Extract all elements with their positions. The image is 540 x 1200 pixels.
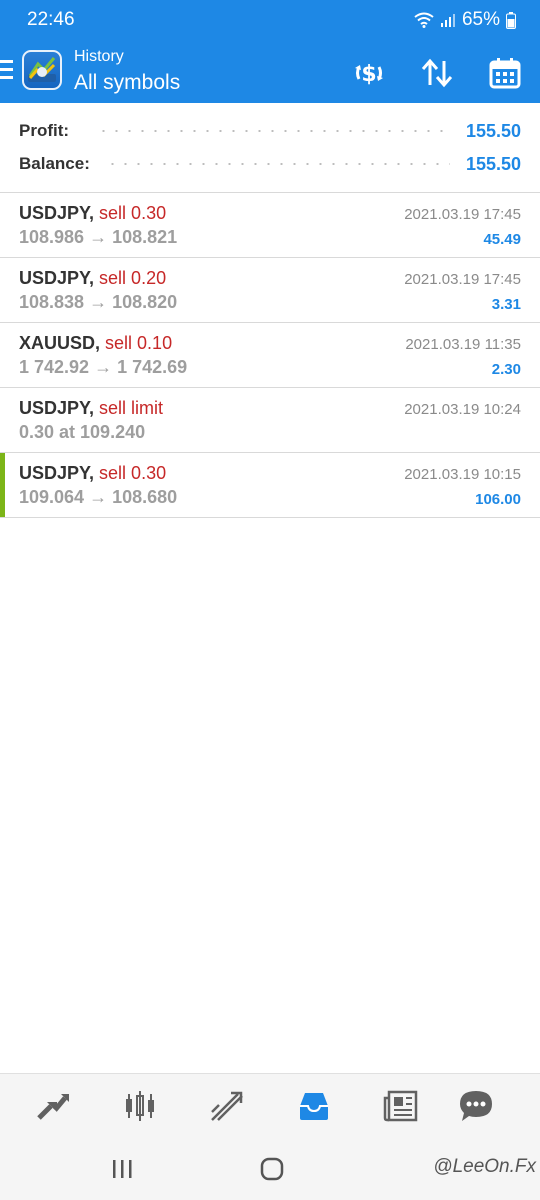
trade-action: sell limit xyxy=(99,398,164,418)
svg-text:$: $ xyxy=(361,62,376,87)
trade-date: 2021.03.19 17:45 xyxy=(404,206,521,223)
profit-value: 155.50 xyxy=(465,120,521,141)
sort-icon[interactable] xyxy=(418,54,456,92)
status-icons: 65% xyxy=(414,9,516,31)
summary-panel: Profit: 155.50 Balance: 155.50 xyxy=(0,103,540,193)
trade-profit: 45.49 xyxy=(483,231,521,248)
trade-action: sell 0.20 xyxy=(99,268,167,288)
deposit-withdraw-icon[interactable]: $ xyxy=(350,54,388,92)
header: 22:46 65% History All symbols $ xyxy=(0,0,540,103)
trade-prices: 109.064 → 108.680 xyxy=(19,487,178,507)
balance-row: Balance: 155.50 xyxy=(19,151,521,177)
trade-row[interactable]: XAUUSD, sell 0.10 1 742.92 → 1 742.69 20… xyxy=(0,323,540,388)
app-logo xyxy=(22,50,62,90)
trade-icon[interactable] xyxy=(207,1086,247,1126)
quotes-icon[interactable] xyxy=(33,1086,73,1126)
trade-prices: 108.986 → 108.821 xyxy=(19,227,178,247)
wifi-icon xyxy=(414,12,434,28)
trade-row[interactable]: USDJPY, sell 0.20 108.838 → 108.820 2021… xyxy=(0,258,540,323)
trade-symbol: USDJPY xyxy=(19,203,90,223)
status-time: 22:46 xyxy=(27,9,75,30)
dotted-leader xyxy=(97,130,450,132)
trade-date: 2021.03.19 11:35 xyxy=(405,336,521,353)
watermark: @LeeOn.Fx xyxy=(433,1156,536,1177)
calendar-icon[interactable] xyxy=(486,54,524,92)
balance-label: Balance: xyxy=(19,154,90,173)
trade-row[interactable]: USDJPY, sell 0.30 108.986 → 108.821 2021… xyxy=(0,193,540,258)
system-navigation: @LeeOn.Fx xyxy=(0,1138,540,1200)
status-bar: 22:46 65% xyxy=(0,0,540,40)
trade-action: sell 0.30 xyxy=(99,203,167,223)
trade-symbol: USDJPY xyxy=(19,398,90,418)
trade-prices: 1 742.92 → 1 742.69 xyxy=(19,357,188,377)
trade-prices: 108.838 → 108.820 xyxy=(19,292,178,312)
app-bar: History All symbols $ xyxy=(0,40,540,103)
profit-label: Profit: xyxy=(19,121,70,140)
trade-date: 2021.03.19 10:15 xyxy=(404,466,521,483)
menu-icon[interactable] xyxy=(0,60,14,82)
header-title[interactable]: All symbols xyxy=(74,71,180,95)
trade-row-selected[interactable]: USDJPY, sell 0.30 109.064 → 108.680 2021… xyxy=(0,453,540,518)
news-icon[interactable] xyxy=(381,1086,421,1126)
trade-symbol: USDJPY xyxy=(19,463,90,483)
trade-profit: 106.00 xyxy=(475,491,521,508)
trade-date: 2021.03.19 10:24 xyxy=(404,401,521,418)
trade-prices: 0.30 at 109.240 xyxy=(19,422,146,442)
bottom-navigation xyxy=(0,1073,540,1138)
header-subtitle: History xyxy=(74,48,124,65)
trade-profit: 2.30 xyxy=(491,361,521,378)
battery-icon xyxy=(506,11,516,29)
history-icon[interactable] xyxy=(294,1086,334,1126)
trade-action: sell 0.10 xyxy=(105,333,173,353)
profit-row: Profit: 155.50 xyxy=(19,118,521,144)
trade-profit: 3.31 xyxy=(491,296,521,313)
chart-icon[interactable] xyxy=(120,1086,160,1126)
chat-icon[interactable] xyxy=(456,1086,496,1126)
trade-date: 2021.03.19 17:45 xyxy=(404,271,521,288)
battery-percent: 65% xyxy=(461,9,500,30)
trade-symbol: XAUUSD xyxy=(19,333,96,353)
dotted-leader xyxy=(105,163,450,165)
order-row[interactable]: USDJPY, sell limit 0.30 at 109.240 2021.… xyxy=(0,388,540,453)
trade-action: sell 0.30 xyxy=(99,463,167,483)
signal-icon xyxy=(440,14,455,27)
recents-icon[interactable] xyxy=(107,1156,137,1182)
balance-value: 155.50 xyxy=(465,153,521,174)
home-icon[interactable] xyxy=(257,1156,287,1182)
history-list: USDJPY, sell 0.30 108.986 → 108.821 2021… xyxy=(0,193,540,518)
trade-symbol: USDJPY xyxy=(19,268,90,288)
